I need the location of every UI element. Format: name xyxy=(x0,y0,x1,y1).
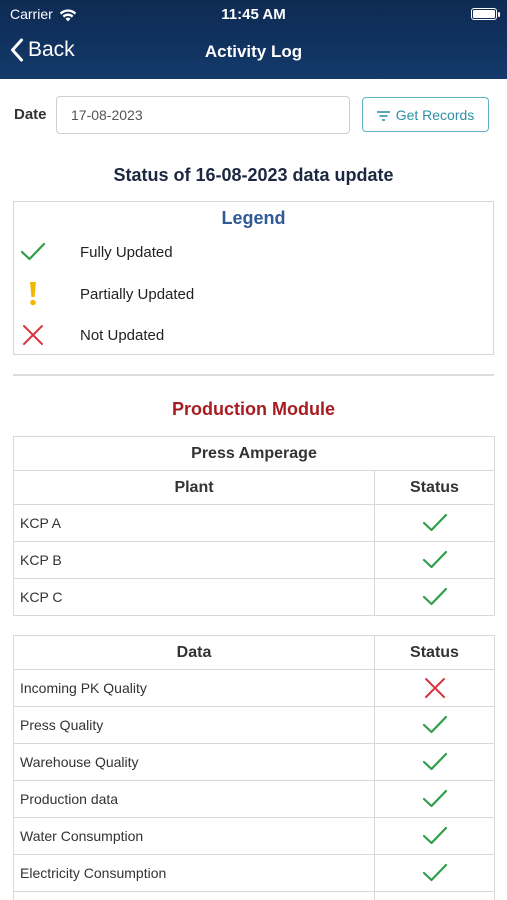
status-cell xyxy=(373,504,496,542)
row-label: KCP A xyxy=(13,504,375,542)
status-title: Status of 16-08-2023 data update xyxy=(113,165,394,185)
check-icon xyxy=(422,587,448,606)
table-caption: Press Amperage xyxy=(12,436,496,471)
cross-icon xyxy=(424,678,446,698)
check-icon xyxy=(422,550,448,569)
status-cell xyxy=(373,541,496,579)
legend-item-fully-updated: Fully Updated xyxy=(14,237,493,267)
row-label xyxy=(13,891,375,900)
table-row xyxy=(13,891,495,900)
cross-icon xyxy=(14,324,74,346)
check-icon xyxy=(422,789,448,808)
row-label: Water Consumption xyxy=(13,817,375,855)
exclamation-icon xyxy=(14,281,74,307)
row-label: Production data xyxy=(13,780,375,818)
table-row: KCP A xyxy=(13,504,496,542)
table-row: Water Consumption xyxy=(13,817,495,855)
table-row: Electricity Consumption xyxy=(13,854,495,892)
check-icon xyxy=(14,242,74,262)
table-row: KCP C xyxy=(13,578,496,616)
page-title: Activity Log xyxy=(204,42,303,61)
status-cell xyxy=(374,780,495,818)
column-header-plant: Plant xyxy=(13,470,375,505)
row-label: Press Quality xyxy=(13,706,375,744)
clock: 11:45 AM xyxy=(221,6,286,23)
status-cell xyxy=(374,891,495,900)
check-icon xyxy=(422,513,448,532)
press-amperage-table: Press Amperage Plant Status KCP A KCP B … xyxy=(12,436,496,616)
column-header-status: Status xyxy=(374,635,495,670)
row-label: KCP B xyxy=(13,541,375,579)
status-cell xyxy=(374,854,495,892)
date-filter: Date Get Records xyxy=(14,96,494,134)
check-icon xyxy=(422,863,448,882)
status-cell xyxy=(374,743,495,781)
table-row: KCP B xyxy=(13,541,496,579)
filter-icon xyxy=(376,107,390,123)
legend-title: Legend xyxy=(221,208,286,228)
data-status-table: Data Status Incoming PK Quality Press Qu… xyxy=(13,635,495,900)
check-icon xyxy=(422,826,448,845)
battery-icon xyxy=(471,8,500,20)
check-icon xyxy=(422,715,448,734)
legend-label: Fully Updated xyxy=(80,243,173,261)
column-header-status: Status xyxy=(373,470,496,505)
row-label: Warehouse Quality xyxy=(13,743,375,781)
status-bar: Carrier 11:45 AM xyxy=(0,0,507,28)
section-divider xyxy=(13,374,494,376)
table-row: Warehouse Quality xyxy=(13,743,495,781)
nav-bar: Back Activity Log xyxy=(0,30,507,76)
status-cell xyxy=(373,578,496,616)
status-cell xyxy=(374,817,495,855)
column-header-data: Data xyxy=(13,635,375,670)
app-header: Carrier 11:45 AM Back Activity Log xyxy=(0,0,507,79)
legend-panel: Legend Fully Updated Partially Updated N… xyxy=(13,201,494,355)
date-label: Date xyxy=(14,106,47,123)
legend-item-not-updated: Not Updated xyxy=(14,320,493,350)
get-records-button[interactable]: Get Records xyxy=(362,97,489,132)
check-icon xyxy=(422,752,448,771)
row-label: KCP C xyxy=(13,578,375,616)
date-input[interactable] xyxy=(56,96,350,134)
legend-label: Not Updated xyxy=(80,326,165,344)
status-cell xyxy=(374,706,495,744)
row-label: Electricity Consumption xyxy=(13,854,375,892)
row-label: Incoming PK Quality xyxy=(13,669,375,707)
module-title: Production Module xyxy=(172,399,335,419)
legend-item-partially-updated: Partially Updated xyxy=(14,279,493,309)
status-cell xyxy=(374,669,495,707)
get-records-label: Get Records xyxy=(395,106,475,123)
table-row: Press Quality xyxy=(13,706,495,744)
legend-label: Partially Updated xyxy=(80,285,195,303)
table-row: Incoming PK Quality xyxy=(13,669,495,707)
table-row: Production data xyxy=(13,780,495,818)
